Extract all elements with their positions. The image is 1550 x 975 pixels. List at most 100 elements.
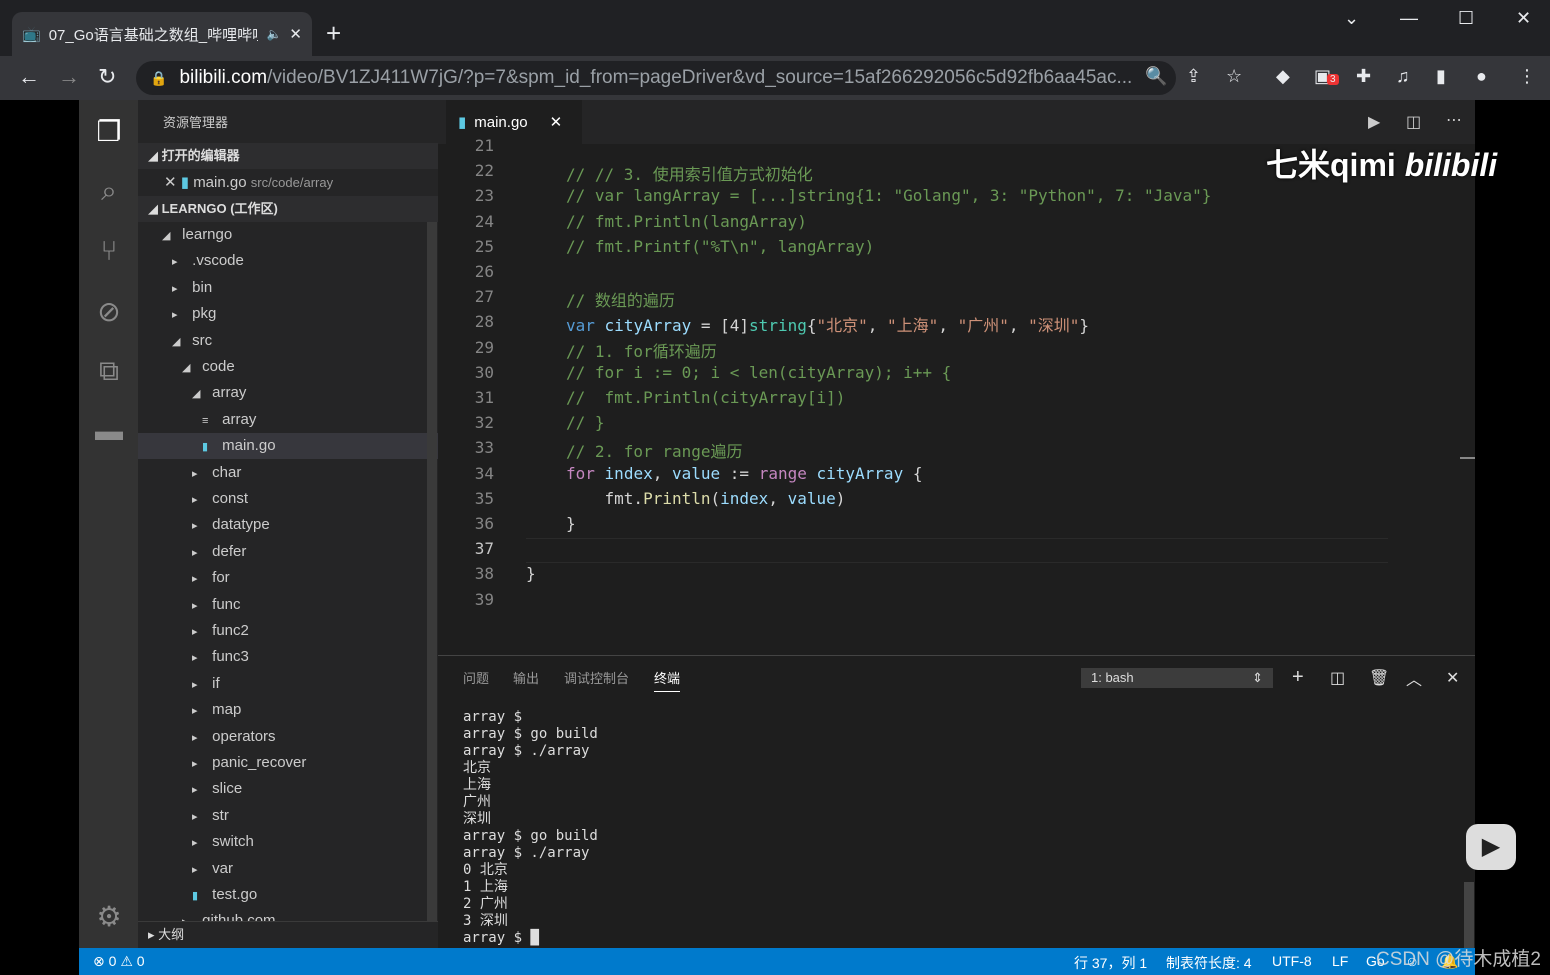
side-panel-icon[interactable]: ▮ [1436, 66, 1446, 87]
share-icon[interactable]: ⇪ [1186, 66, 1201, 87]
close-icon[interactable]: ✕ [164, 174, 177, 191]
tree-item[interactable]: ▸ str [138, 803, 438, 829]
new-terminal-icon[interactable]: + [1292, 666, 1304, 689]
code-line[interactable]: // fmt.Println(cityArray[i]) [566, 388, 845, 407]
tree-item[interactable]: ▸ operators [138, 724, 438, 750]
outline-header[interactable]: ▸ 大纲 [138, 921, 438, 947]
tree-item[interactable]: ◢ code [138, 354, 438, 380]
panel-tab[interactable]: 调试控制台 [564, 668, 629, 687]
profile-icon[interactable]: ● [1476, 66, 1487, 87]
code-line[interactable]: } [566, 514, 576, 533]
tree-item[interactable]: ▸ func2 [138, 618, 438, 644]
tree-item[interactable]: ≡ array [138, 407, 438, 433]
browser-tab[interactable]: 📺 07_Go语言基础之数组_哔哩哔哩 🔈 ✕ [12, 12, 312, 56]
more-actions-icon[interactable]: ⋯ [1446, 110, 1462, 130]
terminal-select[interactable]: 1: bash ⇕ [1081, 668, 1273, 688]
maximize-button[interactable]: ☐ [1458, 8, 1474, 29]
problems-indicator[interactable]: ⊗ 0 ⚠ 0 [93, 953, 145, 970]
close-panel-icon[interactable]: ✕ [1446, 668, 1459, 688]
run-icon[interactable]: ▶ [1368, 112, 1380, 132]
tree-item[interactable]: ▸ func [138, 592, 438, 618]
panel-tab[interactable]: 问题 [463, 668, 489, 687]
tree-item[interactable]: ▸ defer [138, 539, 438, 565]
cursor-position[interactable]: 行 37，列 1 [1074, 953, 1147, 973]
tree-item[interactable]: ▸ datatype [138, 512, 438, 538]
tab-size[interactable]: 制表符长度: 4 [1166, 953, 1252, 973]
open-editor-item[interactable]: ✕ ▮ main.go src/code/array [138, 170, 438, 196]
tree-item[interactable]: ▸ bin [138, 275, 438, 301]
split-editor-icon[interactable]: ◫ [1406, 112, 1421, 132]
split-terminal-icon[interactable]: ◫ [1330, 668, 1345, 688]
tree-item[interactable]: ▸ .vscode [138, 248, 438, 274]
puzzle-icon[interactable]: ✚ [1356, 66, 1371, 87]
tree-item[interactable]: ▮ test.go [138, 882, 438, 908]
code-line[interactable]: } [526, 564, 536, 583]
maximize-panel-icon[interactable]: ︿ [1406, 666, 1422, 690]
close-tab-icon[interactable]: ✕ [550, 113, 563, 131]
close-tab-icon[interactable]: ✕ [289, 25, 302, 43]
search-icon[interactable]: ⌕ [92, 175, 126, 209]
minimize-button[interactable]: — [1400, 8, 1418, 29]
source-control-icon[interactable]: ⑂ [92, 235, 126, 269]
terminal-scrollbar[interactable] [1464, 882, 1474, 948]
open-editors-header[interactable]: ◢ 打开的编辑器 [138, 143, 438, 169]
code-line[interactable]: // var langArray = [...]string{1: "Golan… [566, 186, 1211, 205]
panel-tab[interactable]: 输出 [513, 668, 539, 687]
tree-item[interactable]: ▸ func3 [138, 644, 438, 670]
trash-icon[interactable]: 🗑 [1369, 668, 1389, 688]
code-line[interactable]: // fmt.Println(langArray) [566, 212, 807, 231]
bilibili-play-icon[interactable]: ▶ [1466, 824, 1516, 870]
panel-tab[interactable]: 终端 [654, 668, 681, 692]
new-tab-button[interactable]: + [326, 18, 341, 49]
tree-item[interactable]: ▸ for [138, 565, 438, 591]
code-line[interactable]: // } [566, 413, 605, 432]
tree-item[interactable]: ▮ main.go [138, 433, 438, 460]
folder-icon[interactable]: ▬ [92, 415, 126, 449]
address-bar[interactable]: 🔒 bilibili.com/video/BV1ZJ411W7jG/?p=7&s… [136, 61, 1176, 95]
tree-item[interactable]: ▸ const [138, 486, 438, 512]
tree-item[interactable]: ▸ slice [138, 776, 438, 802]
code-line[interactable]: // 数组的遍历 [566, 287, 675, 311]
extension-icon[interactable]: ▣3 [1314, 66, 1339, 87]
forward-button[interactable]: → [58, 64, 80, 90]
explorer-icon[interactable]: ❐ [92, 115, 126, 149]
code-line[interactable]: // for i := 0; i < len(cityArray); i++ { [566, 363, 951, 382]
menu-icon[interactable]: ⋮ [1518, 66, 1536, 87]
code-line[interactable]: var cityArray = [4]string{"北京", "上海", "广… [566, 312, 1089, 336]
bookmark-star-icon[interactable]: ☆ [1226, 66, 1242, 87]
tree-item[interactable]: ▸ pkg [138, 301, 438, 327]
tree-item[interactable]: ◢ array [138, 380, 438, 406]
code-line[interactable]: // 1. for循环遍历 [566, 338, 717, 362]
code-line[interactable]: // // 3. 使用索引值方式初始化 [566, 161, 813, 185]
line-number: 22 [474, 161, 494, 181]
tree-item[interactable]: ▸ var [138, 856, 438, 882]
tree-item[interactable]: ▸ map [138, 697, 438, 723]
tree-item[interactable]: ◢ learngo [138, 222, 438, 248]
terminal-output[interactable]: array $ array $ go build array $ ./array 北京… [463, 709, 598, 947]
back-button[interactable]: ← [18, 64, 40, 90]
tab-search-icon[interactable]: ⌄ [1344, 8, 1359, 29]
extensions-icon[interactable]: ⧉ [92, 355, 126, 389]
tree-item[interactable]: ▸ panic_recover [138, 750, 438, 776]
speaker-icon[interactable]: 🔈 [266, 27, 281, 41]
editor-scrollbar[interactable] [1460, 457, 1475, 459]
settings-gear-icon[interactable]: ⚙ [92, 900, 126, 934]
tree-item[interactable]: ▸ if [138, 671, 438, 697]
zoom-icon[interactable]: 🔍 [1145, 66, 1167, 87]
sidebar-scrollbar[interactable] [427, 222, 437, 940]
debug-icon[interactable]: ⊘ [92, 295, 126, 329]
reload-button[interactable]: ↻ [98, 64, 116, 90]
encoding[interactable]: UTF-8 [1272, 953, 1312, 969]
extension-shield-icon[interactable]: ◆ [1276, 66, 1290, 87]
eol[interactable]: LF [1332, 953, 1348, 969]
tree-item[interactable]: ▸ char [138, 460, 438, 486]
tree-item[interactable]: ◢ src [138, 328, 438, 354]
code-line[interactable]: for index, value := range cityArray { [566, 464, 922, 483]
close-window-button[interactable]: ✕ [1516, 8, 1531, 29]
code-line[interactable]: // 2. for range遍历 [566, 438, 743, 462]
code-line[interactable]: fmt.Println(index, value) [566, 489, 846, 508]
media-icon[interactable]: ♫ [1396, 66, 1410, 87]
code-line[interactable]: // fmt.Printf("%T\n", langArray) [566, 237, 874, 256]
tree-item[interactable]: ▸ switch [138, 829, 438, 855]
workspace-header[interactable]: ◢ LEARNGO (工作区) [138, 196, 438, 222]
